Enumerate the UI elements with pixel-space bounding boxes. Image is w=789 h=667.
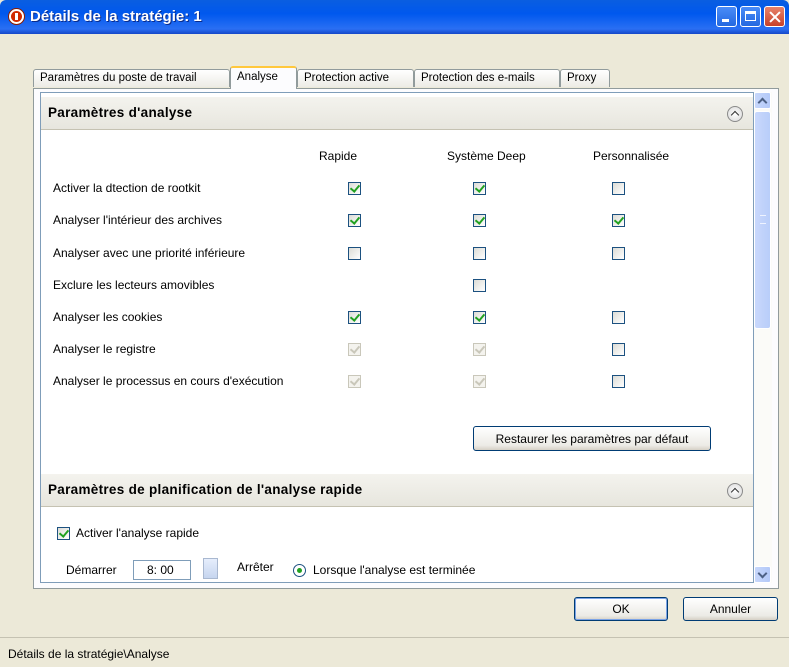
stop-when-finished-label: Lorsque l'analyse est terminée — [313, 563, 476, 577]
schedule-settings-header: Paramètres de planification de l'analyse… — [41, 473, 753, 507]
scroll-up-button[interactable] — [754, 92, 771, 109]
option-label-cookies: Analyser les cookies — [53, 310, 163, 324]
checkbox-processes-custom[interactable] — [612, 375, 625, 388]
scan-settings-title: Paramètres d'analyse — [48, 105, 193, 120]
checkbox-registry-rapide — [348, 343, 361, 356]
checkbox-processes-rapide — [348, 375, 361, 388]
checkbox-cookies-deep[interactable] — [473, 311, 486, 324]
checkbox-low-priority-custom[interactable] — [612, 247, 625, 260]
checkbox-cookies-rapide[interactable] — [348, 311, 361, 324]
window-title: Détails de la stratégie: 1 — [30, 8, 202, 25]
start-label: Démarrer — [66, 563, 117, 577]
checkbox-archives-custom[interactable] — [612, 214, 625, 227]
scroll-content: Paramètres d'analyse Rapide Système Deep… — [40, 92, 754, 583]
restore-defaults-button[interactable]: Restaurer les paramètres par défaut — [473, 426, 711, 451]
tab-active-protection[interactable]: Protection active — [297, 69, 414, 87]
tab-panel: Paramètres d'analyse Rapide Système Deep… — [33, 88, 779, 589]
option-label-low-priority: Analyser avec une priorité inférieure — [53, 246, 246, 260]
close-button[interactable] — [764, 6, 785, 27]
collapse-icon[interactable] — [727, 106, 743, 122]
option-label-registry: Analyser le registre — [53, 342, 156, 356]
checkbox-processes-deep — [473, 375, 486, 388]
column-header-deep: Système Deep — [447, 149, 526, 163]
tab-proxy[interactable]: Proxy — [560, 69, 610, 87]
scan-settings-header: Paramètres d'analyse — [41, 96, 753, 130]
checkbox-rootkit-deep[interactable] — [473, 182, 486, 195]
checkbox-archives-deep[interactable] — [473, 214, 486, 227]
title-bar: Détails de la stratégie: 1 — [0, 0, 789, 34]
checkbox-low-priority-rapide[interactable] — [348, 247, 361, 260]
time-spinner[interactable] — [203, 558, 218, 579]
minimize-button[interactable] — [716, 6, 737, 27]
scroll-down-button[interactable] — [754, 566, 771, 583]
checkbox-registry-deep — [473, 343, 486, 356]
column-header-custom: Personnalisée — [593, 149, 670, 163]
checkbox-registry-custom[interactable] — [612, 343, 625, 356]
status-bar: Détails de la stratégie\Analyse — [0, 637, 789, 667]
maximize-button[interactable] — [740, 6, 761, 27]
option-label-processes: Analyser le processus en cours d'exécuti… — [53, 374, 284, 388]
stop-label: Arrêter — [237, 560, 274, 574]
cancel-button[interactable]: Annuler — [683, 597, 778, 621]
checkbox-low-priority-deep[interactable] — [473, 247, 486, 260]
tab-analyse[interactable]: Analyse — [230, 66, 297, 89]
column-header-rapide: Rapide — [319, 149, 358, 163]
enable-quick-scan-checkbox[interactable] — [57, 527, 70, 540]
checkbox-rootkit-custom[interactable] — [612, 182, 625, 195]
checkbox-cookies-custom[interactable] — [612, 311, 625, 324]
checkbox-rootkit-rapide[interactable] — [348, 182, 361, 195]
collapse-icon[interactable] — [727, 483, 743, 499]
scroll-thumb[interactable] — [754, 111, 771, 329]
status-text: Détails de la stratégie\Analyse — [8, 647, 170, 661]
enable-quick-scan-label: Activer l'analyse rapide — [76, 526, 200, 540]
stop-when-finished-radio[interactable] — [293, 564, 306, 577]
option-label-archives: Analyser l'intérieur des archives — [53, 213, 223, 227]
checkbox-archives-rapide[interactable] — [348, 214, 361, 227]
app-icon — [8, 8, 25, 25]
start-time-input[interactable]: 8: 00 — [133, 560, 191, 580]
schedule-settings-title: Paramètres de planification de l'analyse… — [48, 482, 363, 497]
option-label-rootkit: Activer la dtection de rootkit — [53, 181, 201, 195]
tab-email-protection[interactable]: Protection des e-mails — [414, 69, 560, 87]
tab-workstation-settings[interactable]: Paramètres du poste de travail — [33, 69, 230, 87]
checkbox-removable-drives-deep[interactable] — [473, 279, 486, 292]
option-label-removable-drives: Exclure les lecteurs amovibles — [53, 278, 215, 292]
ok-button[interactable]: OK — [574, 597, 668, 621]
vertical-scrollbar[interactable] — [754, 92, 772, 583]
